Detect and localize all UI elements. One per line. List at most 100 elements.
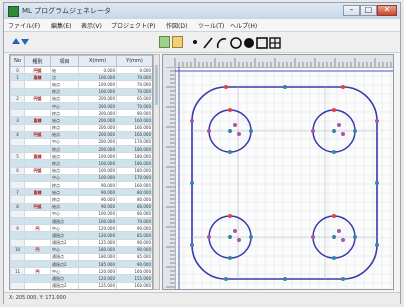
table-row[interactable]: 終点 100.000 180.000 [10, 159, 152, 168]
cell-y[interactable]: 70.000 [116, 73, 152, 82]
cell-type[interactable]: 円弧 [24, 65, 51, 75]
control-point[interactable] [233, 229, 237, 233]
cell-type[interactable] [24, 80, 51, 89]
cell-item[interactable]: 始点 [50, 202, 79, 211]
cell-x[interactable]: 100.000 [78, 216, 117, 226]
col-header-x[interactable]: X(mm) [78, 55, 117, 67]
cell-y[interactable]: 160.000 [116, 281, 152, 289]
table-row[interactable]: 終点 200.000 160.000 [10, 123, 152, 132]
down-arrow-icon[interactable] [21, 39, 29, 45]
cell-y[interactable]: 70.000 [116, 216, 152, 226]
menu-edit[interactable]: 編集(E) [51, 21, 71, 30]
cell-x[interactable]: 120.000 [78, 267, 117, 276]
cell-x[interactable]: 200.000 [78, 94, 117, 103]
cell-x[interactable]: 90.000 [78, 195, 117, 204]
cell-no[interactable] [10, 195, 25, 204]
cell-type[interactable] [24, 87, 51, 96]
close-button[interactable]: ✕ [377, 5, 397, 16]
cell-type[interactable] [24, 195, 51, 204]
cell-item[interactable]: 通過点2 [50, 260, 79, 269]
grid-tool-icon[interactable] [269, 37, 281, 49]
cell-y[interactable]: 180.000 [116, 152, 152, 161]
cell-x[interactable]: 90.000 [78, 202, 117, 211]
table-row[interactable]: 11 円中心 120.000 160.000 [10, 267, 152, 276]
cell-no[interactable] [10, 281, 25, 289]
cell-y[interactable]: 155.000 [116, 274, 152, 283]
menu-file[interactable]: ファイル(F) [8, 21, 40, 30]
cell-x[interactable]: 120.000 [78, 224, 117, 233]
cell-y[interactable]: 170.000 [116, 173, 152, 183]
cell-type[interactable]: 直線 [24, 73, 51, 82]
cell-item[interactable]: 終点 [50, 195, 79, 204]
cell-x[interactable]: 180.000 [78, 252, 117, 262]
cell-y[interactable]: 180.000 [116, 145, 152, 154]
control-point[interactable] [190, 181, 194, 185]
cell-y[interactable]: 160.000 [116, 288, 152, 289]
control-point[interactable] [249, 235, 253, 239]
cell-no[interactable]: 11 [10, 267, 25, 276]
up-arrow-icon[interactable] [12, 38, 20, 44]
cell-item[interactable]: 始点 [50, 188, 79, 197]
cell-y[interactable]: 80.000 [116, 209, 152, 218]
cell-no[interactable] [10, 109, 25, 118]
table-row[interactable]: 始点 100.000 70.000 [10, 80, 152, 89]
control-point[interactable] [190, 119, 194, 123]
cell-type[interactable]: 円弧 [24, 202, 51, 211]
cell-item[interactable]: 通過点2 [50, 238, 79, 247]
cell-item[interactable]: 通過点 [50, 231, 79, 240]
cell-y[interactable]: 90.000 [116, 245, 152, 254]
table-row[interactable]: 通過点2 185.000 90.000 [10, 260, 152, 269]
cell-type[interactable]: 円 [24, 245, 51, 254]
cell-no[interactable] [10, 180, 25, 190]
table-row[interactable]: 中心 200.000 70.000 [10, 101, 152, 111]
cell-x[interactable]: 200.000 [78, 109, 117, 118]
maximize-button[interactable]: □ [360, 5, 377, 16]
cell-y[interactable]: 80.000 [116, 195, 152, 204]
cell-y[interactable]: 65.000 [116, 94, 152, 103]
cell-type[interactable]: 円弧 [24, 166, 51, 175]
table-scrollbar[interactable] [153, 54, 160, 290]
cell-item[interactable]: 点 [50, 73, 79, 82]
table-row[interactable]: 終点 200.000 80.000 [10, 109, 152, 118]
cell-no[interactable]: 12 [10, 288, 25, 289]
menu-draw[interactable]: 作図(D) [166, 21, 187, 30]
control-point[interactable] [283, 85, 287, 89]
cell-item[interactable]: 始点 [50, 130, 79, 139]
cell-type[interactable] [24, 180, 51, 190]
control-point[interactable] [332, 256, 336, 260]
col-header-type[interactable]: 種別 [24, 55, 51, 67]
control-point[interactable] [341, 238, 345, 242]
arc-tool-icon[interactable] [216, 38, 227, 49]
cell-no[interactable]: 10 [10, 245, 25, 254]
table-row[interactable]: 通過点 120.000 155.000 [10, 274, 152, 283]
table-row[interactable]: 10 円中心 180.000 90.000 [10, 245, 152, 254]
cell-no[interactable] [10, 159, 25, 168]
cell-x[interactable]: 200.000 [78, 145, 117, 154]
control-point[interactable] [311, 235, 315, 239]
menu-view[interactable]: 表示(V) [81, 21, 102, 30]
control-point[interactable] [353, 129, 357, 133]
table-row[interactable]: 通過点 100.000 70.000 [10, 216, 152, 226]
cell-y[interactable]: 160.000 [116, 180, 152, 190]
cell-x[interactable]: 90.000 [78, 188, 117, 197]
control-point[interactable] [341, 132, 345, 136]
cell-type[interactable] [24, 101, 51, 111]
cell-item[interactable]: 終点 [50, 180, 79, 190]
cell-y[interactable]: 85.000 [116, 231, 152, 240]
cell-no[interactable] [10, 80, 25, 89]
cell-type[interactable]: 円弧 [24, 130, 51, 139]
cell-no[interactable] [10, 87, 25, 96]
control-point[interactable] [228, 235, 232, 239]
control-point[interactable] [332, 108, 336, 112]
cell-item[interactable]: 始点 [50, 80, 79, 89]
cell-no[interactable]: 2 [10, 94, 25, 103]
cell-item[interactable]: 中心 [50, 137, 79, 147]
table-row[interactable]: 8 円弧 始点 90.000 80.000 [10, 202, 152, 211]
menu-help[interactable]: ヘルプ(H) [230, 21, 257, 30]
cell-y[interactable]: 70.000 [116, 87, 152, 96]
cell-no[interactable]: 1 [10, 73, 25, 82]
cell-type[interactable]: 円 [24, 224, 51, 233]
select-tool-icon[interactable] [159, 36, 170, 48]
cell-no[interactable] [10, 173, 25, 183]
control-point[interactable] [228, 256, 232, 260]
